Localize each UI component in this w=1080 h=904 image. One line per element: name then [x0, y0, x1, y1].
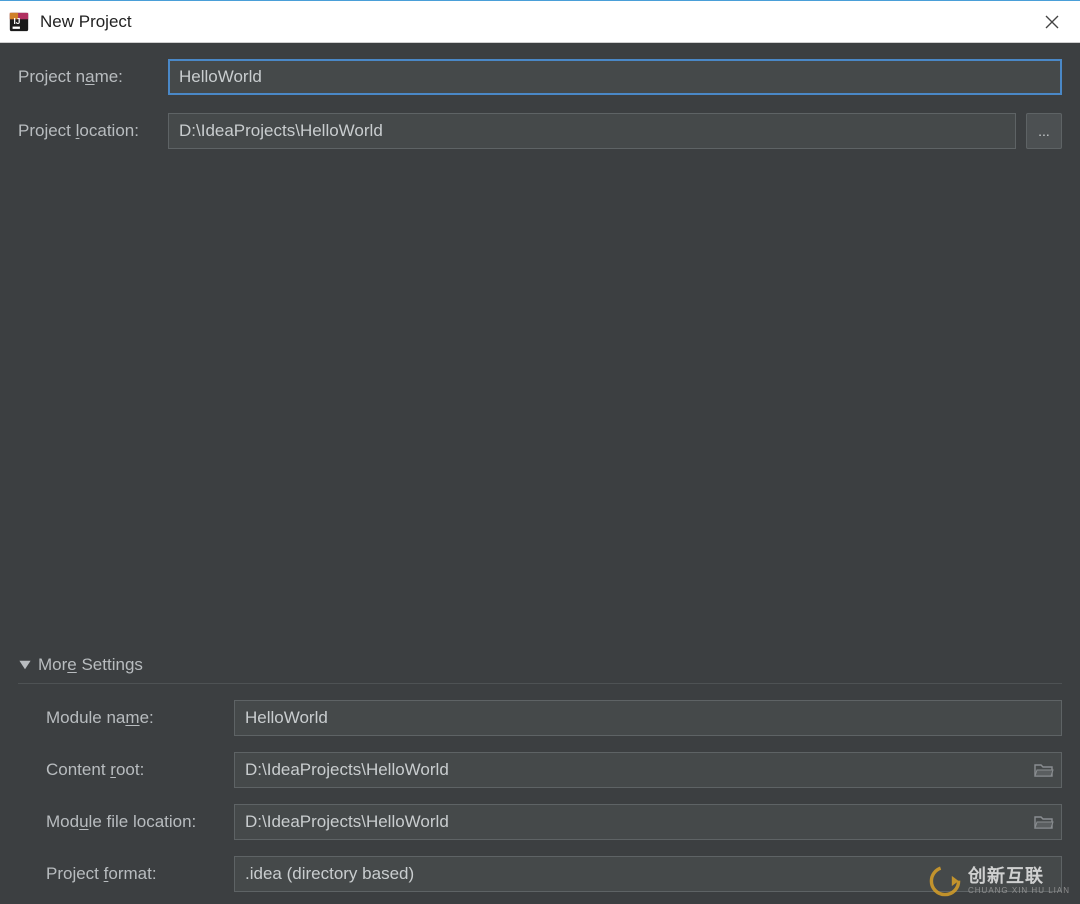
close-button[interactable] — [1030, 0, 1074, 43]
folder-open-icon — [1034, 762, 1054, 778]
content-root-input[interactable] — [234, 752, 1062, 788]
project-format-label: Project format: — [46, 864, 234, 884]
svg-text:IJ: IJ — [14, 16, 21, 25]
content-root-label: Content root: — [46, 760, 234, 780]
project-location-label: Project location: — [18, 121, 168, 141]
module-file-location-row: Module file location: — [18, 804, 1062, 840]
intellij-idea-icon: IJ — [8, 11, 30, 33]
project-name-label: Project name: — [18, 67, 168, 87]
project-name-input[interactable] — [168, 59, 1062, 95]
window-title: New Project — [40, 12, 1030, 32]
more-settings-label: More Settings — [38, 655, 143, 675]
project-location-input[interactable] — [168, 113, 1016, 149]
module-name-input[interactable] — [234, 700, 1062, 736]
browse-location-button[interactable]: ... — [1026, 113, 1062, 149]
folder-open-icon — [1034, 814, 1054, 830]
content-root-row: Content root: — [18, 752, 1062, 788]
project-format-select[interactable] — [234, 856, 1062, 892]
module-file-location-input[interactable] — [234, 804, 1062, 840]
dialog-content: Project name: Project location: ... More… — [0, 43, 1080, 904]
project-format-row: Project format: — [18, 856, 1062, 892]
more-settings-section: More Settings Module name: Content root: — [18, 655, 1062, 892]
browse-module-file-location-button[interactable] — [1034, 814, 1054, 830]
browse-content-root-button[interactable] — [1034, 762, 1054, 778]
disclosure-triangle-icon — [18, 658, 32, 672]
titlebar: IJ New Project — [0, 0, 1080, 43]
close-icon — [1045, 15, 1059, 29]
project-name-row: Project name: — [18, 59, 1062, 95]
module-name-label: Module name: — [46, 708, 234, 728]
module-file-location-label: Module file location: — [46, 812, 234, 832]
project-location-row: Project location: ... — [18, 113, 1062, 149]
more-settings-toggle[interactable]: More Settings — [18, 655, 1062, 684]
module-name-row: Module name: — [18, 700, 1062, 736]
